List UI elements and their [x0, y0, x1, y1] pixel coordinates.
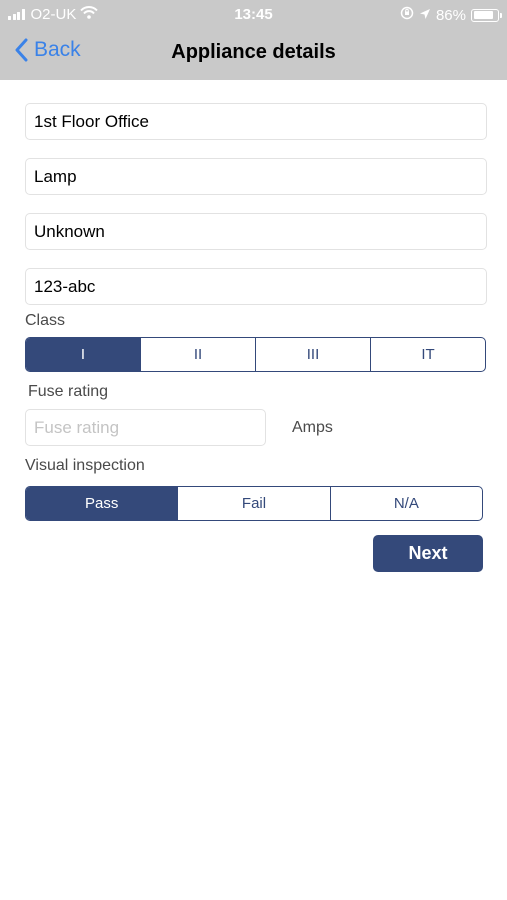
top-bar: O2-UK 13:45 86% Back Appliance details: [0, 0, 507, 80]
inspection-option[interactable]: N/A: [329, 487, 482, 520]
class-option[interactable]: IT: [370, 338, 485, 371]
appliance-field[interactable]: [25, 158, 487, 195]
serial-field[interactable]: [25, 268, 487, 305]
inspection-option[interactable]: Fail: [177, 487, 329, 520]
class-segmented-control: I II III IT: [25, 337, 486, 372]
status-bar: O2-UK 13:45 86%: [0, 0, 507, 30]
location-icon: [419, 7, 431, 24]
class-option[interactable]: I: [26, 338, 140, 371]
visual-inspection-label: Visual inspection: [25, 457, 145, 474]
inspection-option[interactable]: Pass: [26, 487, 178, 520]
fuse-rating-field[interactable]: [25, 409, 266, 446]
class-label: Class: [25, 312, 66, 329]
make-field[interactable]: [25, 213, 487, 250]
status-right: 86%: [400, 6, 502, 24]
class-option[interactable]: III: [255, 338, 370, 371]
navigation-bar: Back Appliance details: [0, 30, 507, 80]
fuse-rating-label: Fuse rating: [28, 383, 109, 400]
orientation-lock-icon: [400, 6, 414, 24]
fuse-unit-label: Amps: [292, 419, 333, 436]
location-field[interactable]: [25, 103, 487, 140]
visual-inspection-segmented-control: Pass Fail N/A: [25, 486, 483, 521]
page-title: Appliance details: [171, 41, 336, 63]
next-button[interactable]: Next: [373, 535, 483, 572]
battery-icon: [471, 8, 502, 22]
class-option[interactable]: II: [140, 338, 255, 371]
battery-percent: 86%: [435, 6, 466, 24]
battery-fill: [473, 11, 494, 19]
